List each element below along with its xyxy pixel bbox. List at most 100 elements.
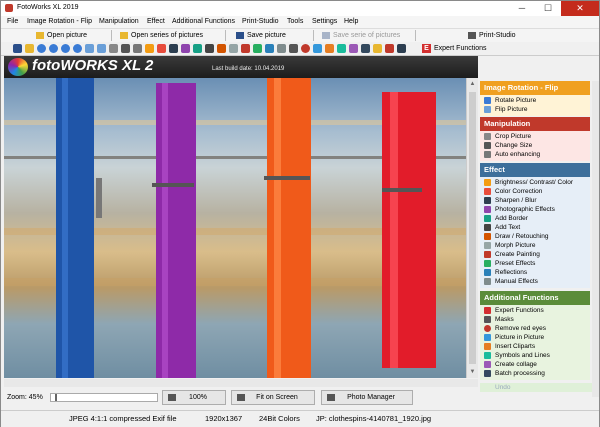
- panel-item-add-text[interactable]: Add Text: [480, 223, 590, 232]
- menu-effect[interactable]: Effect: [147, 18, 165, 25]
- panel-scrollbar[interactable]: [592, 81, 599, 397]
- panel-item-change-size[interactable]: Change Size: [480, 141, 590, 150]
- resize-icon[interactable]: [121, 44, 130, 53]
- border-icon[interactable]: [193, 44, 202, 53]
- flip-horizontal-icon[interactable]: [85, 44, 94, 53]
- menu-print-studio[interactable]: Print-Studio: [242, 18, 279, 25]
- photo-canvas[interactable]: [4, 78, 466, 378]
- open-picture-label: Open picture: [47, 32, 88, 39]
- paint-icon[interactable]: [241, 44, 250, 53]
- expert-functions-button[interactable]: E Expert Functions: [421, 43, 487, 54]
- section-header[interactable]: Effect: [480, 163, 590, 177]
- maximize-button[interactable]: ☐: [535, 1, 561, 16]
- morph-icon[interactable]: [229, 44, 238, 53]
- zoom-slider-thumb[interactable]: [55, 394, 57, 401]
- section-header[interactable]: Manipulation: [480, 117, 590, 131]
- sharpen-icon: [484, 197, 491, 204]
- manual-effects-icon[interactable]: [277, 44, 286, 53]
- save-picture-button[interactable]: Save picture: [235, 30, 286, 41]
- panel-item-morph-picture[interactable]: Morph Picture: [480, 241, 590, 250]
- brightness-icon[interactable]: [145, 44, 154, 53]
- undo-button[interactable]: Undo: [480, 383, 592, 392]
- panel-item-reflections[interactable]: Reflections: [480, 268, 590, 277]
- photo-manager-button[interactable]: Photo Manager: [321, 390, 413, 405]
- panel-item-symbols-lines[interactable]: Symbols and Lines: [480, 351, 590, 360]
- section-header[interactable]: Image Rotation - Flip: [480, 81, 590, 95]
- rotate-left-icon[interactable]: [37, 44, 46, 53]
- minimize-button[interactable]: ─: [509, 1, 535, 16]
- panel-item-brightness[interactable]: Brightness/ Contrast/ Color: [480, 178, 590, 187]
- mask-icon: [484, 316, 491, 323]
- panel-item-insert-cliparts[interactable]: Insert Cliparts: [480, 342, 590, 351]
- crop-icon[interactable]: [109, 44, 118, 53]
- panel-item-rotate-picture[interactable]: Rotate Picture: [480, 96, 590, 105]
- menu-file[interactable]: File: [7, 18, 18, 25]
- panel-item-masks[interactable]: Masks: [480, 315, 590, 324]
- panel-item-sharpen-blur[interactable]: Sharpen / Blur: [480, 196, 590, 205]
- red-eye-icon[interactable]: [301, 44, 310, 53]
- save-picture-label: Save picture: [247, 32, 286, 39]
- print-studio-button[interactable]: Print-Studio: [467, 30, 516, 41]
- preset-effects-icon: [484, 260, 491, 267]
- panel-item-draw-retouching[interactable]: Draw / Retouching: [480, 232, 590, 241]
- refresh-icon[interactable]: [73, 44, 82, 53]
- panel-item-create-collage[interactable]: Create collage: [480, 360, 590, 369]
- magic-wand-icon[interactable]: [133, 44, 142, 53]
- panel-item-create-painting[interactable]: Create Painting: [480, 250, 590, 259]
- settings-icon[interactable]: [397, 44, 406, 53]
- clipart-icon[interactable]: [325, 44, 334, 53]
- scroll-thumb[interactable]: [469, 92, 476, 364]
- heart-icon[interactable]: [385, 44, 394, 53]
- panel-item-expert-functions[interactable]: Expert Functions: [480, 306, 590, 315]
- open-picture-button[interactable]: Open picture: [35, 30, 87, 41]
- sharpen-icon[interactable]: [169, 44, 178, 53]
- folder-icon[interactable]: [25, 44, 34, 53]
- vertical-scrollbar[interactable]: ▲ ▼: [466, 78, 478, 378]
- panel-item-color-correction[interactable]: Color Correction: [480, 187, 590, 196]
- panel-item-manual-effects[interactable]: Manual Effects: [480, 277, 590, 286]
- section-header[interactable]: Additional Functions: [480, 291, 590, 305]
- panel-item-picture-in-picture[interactable]: Picture in Picture: [480, 333, 590, 342]
- panel-item-batch-processing[interactable]: Batch processing: [480, 369, 590, 378]
- star-icon[interactable]: [373, 44, 382, 53]
- close-button[interactable]: ✕: [561, 1, 599, 16]
- save-series-button[interactable]: Save serie of pictures: [321, 30, 400, 41]
- rotate-180-icon[interactable]: [61, 44, 70, 53]
- horizontal-scrollbar[interactable]: [4, 379, 478, 387]
- panel-item-auto-enhancing[interactable]: Auto enhancing: [480, 150, 590, 159]
- scroll-up-icon[interactable]: ▲: [467, 78, 478, 90]
- preset-effects-icon[interactable]: [253, 44, 262, 53]
- open-series-button[interactable]: Open series of pictures: [119, 30, 203, 41]
- flip-vertical-icon[interactable]: [97, 44, 106, 53]
- photo-effects-icon[interactable]: [181, 44, 190, 53]
- panel-item-photographic-effects[interactable]: Photographic Effects: [480, 205, 590, 214]
- menu-additional-functions[interactable]: Additional Functions: [172, 18, 235, 25]
- panel-item-add-border[interactable]: Add Border: [480, 214, 590, 223]
- color-correction-icon[interactable]: [157, 44, 166, 53]
- draw-icon[interactable]: [217, 44, 226, 53]
- fit-on-screen-button[interactable]: Fit on Screen: [231, 390, 315, 405]
- panel-item-crop-picture[interactable]: Crop Picture: [480, 132, 590, 141]
- panel-item-remove-red-eyes[interactable]: Remove red eyes: [480, 324, 590, 333]
- menu-manipulation[interactable]: Manipulation: [99, 18, 139, 25]
- collage-icon[interactable]: [349, 44, 358, 53]
- menu-image-rotation[interactable]: Image Rotation - Flip: [27, 18, 92, 25]
- scroll-down-icon[interactable]: ▼: [467, 366, 478, 378]
- zoom-slider[interactable]: [50, 393, 158, 402]
- batch-icon[interactable]: [361, 44, 370, 53]
- picture-in-picture-icon[interactable]: [313, 44, 322, 53]
- rotate-right-icon[interactable]: [49, 44, 58, 53]
- menu-settings[interactable]: Settings: [312, 18, 337, 25]
- menu-tools[interactable]: Tools: [287, 18, 303, 25]
- symbols-icon[interactable]: [337, 44, 346, 53]
- reflections-icon[interactable]: [265, 44, 274, 53]
- panel-item-flip-picture[interactable]: Flip Picture: [480, 105, 590, 114]
- zoom-100-button[interactable]: 100%: [162, 390, 226, 405]
- folder-icon: [36, 32, 44, 39]
- mask-icon[interactable]: [289, 44, 298, 53]
- text-icon[interactable]: [205, 44, 214, 53]
- panel-item-preset-effects[interactable]: Preset Effects: [480, 259, 590, 268]
- save-icon[interactable]: [13, 44, 22, 53]
- menu-help[interactable]: Help: [344, 18, 358, 25]
- save-series-label: Save serie of pictures: [333, 32, 401, 39]
